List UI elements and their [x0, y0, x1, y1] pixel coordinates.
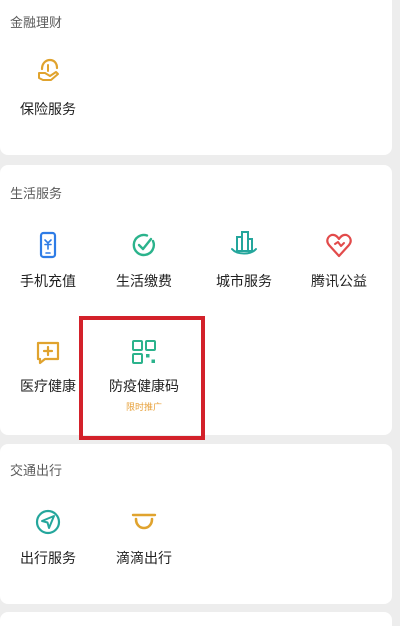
tile-travel-services[interactable]: 出行服务 [0, 502, 96, 602]
tile-tencent-charity[interactable]: 腾讯公益 [291, 223, 387, 323]
health-code-highlight [79, 316, 205, 440]
tile-label: 腾讯公益 [311, 274, 367, 290]
tile-city-services[interactable]: 城市服务 [196, 223, 292, 323]
section-title-life: 生活服务 [10, 187, 63, 202]
tile-label: 保险服务 [20, 102, 76, 118]
tile-label: 手机充值 [20, 274, 76, 290]
tile-utility-payment[interactable]: 生活缴费 [96, 223, 192, 323]
city-icon [231, 231, 257, 255]
tile-insurance[interactable]: 保险服务 [0, 50, 96, 150]
next-section-edge [0, 612, 392, 626]
tile-label: 生活缴费 [116, 274, 172, 290]
finance-section: 金融理财 保险服务 [0, 0, 392, 155]
tile-label: 滴滴出行 [116, 551, 172, 567]
check-circle-icon [132, 233, 155, 257]
transport-section: 交通出行 出行服务 滴滴出行 [0, 444, 392, 604]
phone-icon [39, 231, 57, 259]
heart-icon [326, 233, 352, 258]
tile-label: 城市服务 [216, 274, 272, 290]
section-title-finance: 金融理财 [10, 16, 63, 31]
didi-icon [131, 513, 157, 530]
tile-label: 出行服务 [20, 551, 76, 567]
navigation-icon [35, 509, 61, 535]
medical-plus-icon [36, 341, 60, 365]
tile-phone-recharge[interactable]: 手机充值 [0, 223, 96, 323]
section-title-transport: 交通出行 [10, 464, 63, 479]
tile-didi[interactable]: 滴滴出行 [96, 502, 192, 602]
umbrella-hand-icon [38, 58, 59, 81]
